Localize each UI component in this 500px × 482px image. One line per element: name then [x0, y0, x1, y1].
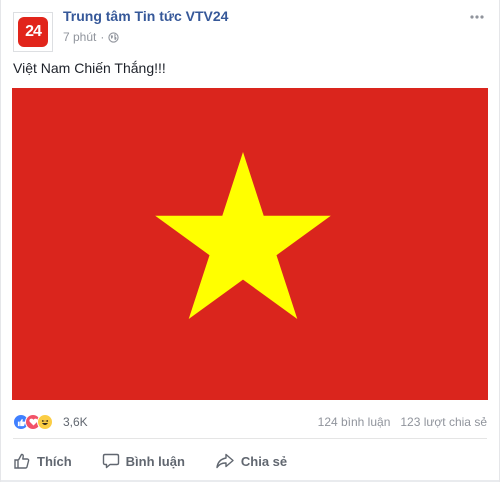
- vietnam-flag-image[interactable]: [12, 88, 488, 400]
- post-caption: Việt Nam Chiến Thắng!!!: [13, 60, 166, 76]
- action-bar: Thích Bình luận Chia sẻ: [13, 446, 487, 476]
- share-icon: [216, 453, 234, 469]
- globe-icon[interactable]: [108, 31, 120, 43]
- reaction-icons[interactable]: [13, 414, 53, 430]
- engagement-counts: 124 bình luận 123 lượt chia sẻ: [318, 415, 487, 429]
- divider: [13, 438, 487, 439]
- post-header: 24 Trung tâm Tin tức VTV24 7 phút ·: [11, 8, 489, 52]
- like-button[interactable]: Thích: [13, 452, 72, 470]
- thumbs-up-icon: [14, 453, 30, 469]
- share-count-link[interactable]: 123 lượt chia sẻ: [400, 415, 487, 429]
- more-options-icon[interactable]: [467, 10, 487, 24]
- haha-reaction-icon: [37, 414, 53, 430]
- share-button[interactable]: Chia sẻ: [215, 452, 287, 470]
- vtv24-logo: 24: [18, 17, 48, 47]
- comment-button[interactable]: Bình luận: [102, 452, 185, 470]
- comment-count-link[interactable]: 124 bình luận: [318, 415, 391, 429]
- page-name-link[interactable]: Trung tâm Tin tức VTV24: [63, 8, 228, 24]
- avatar-text: 24: [25, 23, 42, 40]
- like-label: Thích: [37, 453, 72, 469]
- timestamp[interactable]: 7 phút: [63, 30, 96, 44]
- facebook-post: 24 Trung tâm Tin tức VTV24 7 phút · Việt…: [0, 0, 500, 482]
- avatar[interactable]: 24: [13, 12, 53, 52]
- reactions-bar: 3,6K 124 bình luận 123 lượt chia sẻ: [13, 413, 487, 433]
- comment-label: Bình luận: [125, 453, 185, 469]
- post-meta: 7 phút ·: [63, 30, 120, 44]
- share-label: Chia sẻ: [240, 453, 288, 469]
- reaction-count[interactable]: 3,6K: [63, 415, 88, 429]
- comment-icon: [102, 453, 119, 469]
- meta-separator: ·: [100, 30, 105, 44]
